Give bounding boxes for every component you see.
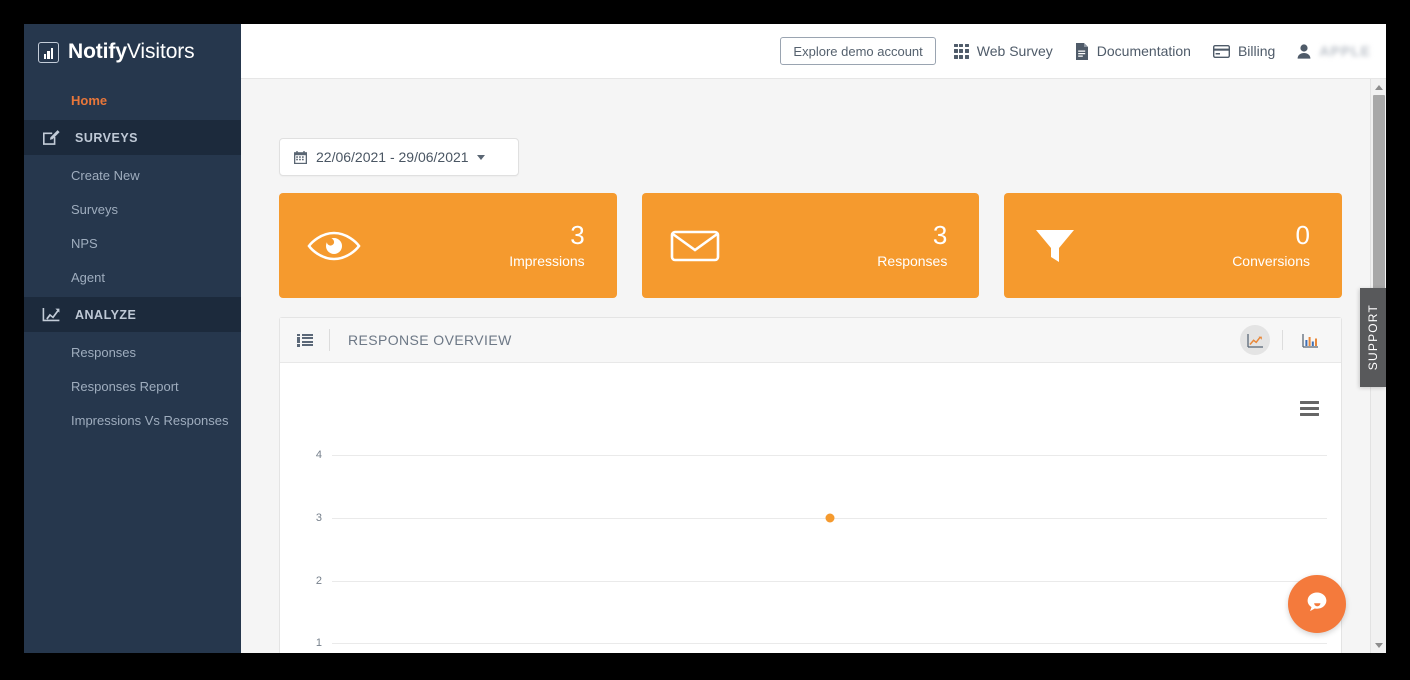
sidebar-item-home[interactable]: Home — [24, 80, 241, 120]
date-range-value: 22/06/2021 - 29/06/2021 — [316, 149, 469, 165]
sidebar: NotifyVisitors Home SURVEYS Create New S… — [24, 24, 241, 653]
stat-card-responses[interactable]: 3 Responses — [641, 193, 980, 298]
sidebar-item-agent[interactable]: Agent — [24, 260, 241, 294]
support-tab-label: SUPPORT — [1366, 304, 1380, 371]
topbar-item-user-account[interactable]: APPLE — [1297, 43, 1371, 59]
stat-value: 3 — [570, 219, 585, 250]
stat-label: Responses — [877, 253, 948, 270]
calendar-icon — [294, 150, 307, 164]
sidebar-item-responses-report[interactable]: Responses Report — [24, 369, 241, 403]
panel-header: RESPONSE OVERVIEW — [280, 318, 1341, 363]
user-avatar-icon — [1297, 43, 1311, 59]
chart-data-point[interactable] — [825, 513, 834, 523]
date-range-picker[interactable]: 22/06/2021 - 29/06/2021 — [279, 138, 519, 176]
topbar-item-label: Billing — [1237, 43, 1276, 59]
stat-label: Conversions — [1232, 253, 1311, 270]
top-navigation-bar: Explore demo account Web Survey Document… — [241, 24, 1386, 79]
topbar-item-label: Web Survey — [976, 43, 1053, 59]
y-axis-tick: 4 — [315, 449, 322, 461]
stat-cards-row: 3 Impressions 3 Responses 0 Conversions — [279, 193, 1343, 298]
scroll-down-arrow-icon[interactable] — [1371, 637, 1386, 653]
sidebar-section-surveys[interactable]: SURVEYS — [24, 120, 241, 155]
sidebar-item-label: Responses Report — [71, 378, 179, 394]
sidebar-background — [24, 474, 241, 653]
response-overview-chart: 4 3 2 1 — [280, 363, 1341, 653]
bar-chart-logo-icon — [38, 41, 59, 63]
stat-value: 0 — [1295, 219, 1311, 250]
sidebar-section-label: ANALYZE — [75, 307, 137, 322]
stat-label: Impressions — [509, 253, 585, 270]
header-divider — [329, 329, 330, 351]
credit-card-icon — [1212, 44, 1230, 58]
stat-card-conversions[interactable]: 0 Conversions — [1004, 193, 1343, 298]
brand-name-bold: Notify — [68, 40, 127, 63]
brand-name-light: Visitors — [126, 40, 195, 63]
chart-plot-area: 4 3 2 1 — [316, 363, 1327, 653]
brand-text: NotifyVisitors — [68, 40, 195, 64]
y-axis-tick: 2 — [315, 575, 322, 587]
content-scroll-area: 22/06/2021 - 29/06/2021 3 Impressions 3 … — [241, 79, 1370, 653]
sidebar-section-analyze[interactable]: ANALYZE — [24, 297, 241, 332]
page-title: RESPONSE OVERVIEW — [348, 332, 512, 348]
bar-chart-toggle[interactable] — [1295, 325, 1325, 355]
scroll-up-arrow-icon[interactable] — [1371, 79, 1386, 95]
stat-value: 3 — [932, 219, 948, 250]
sidebar-item-label: Impressions Vs Responses — [71, 412, 229, 428]
sidebar-item-nps[interactable]: NPS — [24, 226, 241, 260]
topbar-item-documentation[interactable]: Documentation — [1075, 42, 1191, 60]
support-tab[interactable]: SUPPORT — [1360, 288, 1386, 387]
grid-apps-icon — [953, 43, 969, 59]
stat-card-values: 3 Impressions — [509, 219, 585, 270]
document-icon — [1075, 42, 1089, 60]
chart-gridline: 2 — [316, 575, 1327, 587]
y-axis-tick: 3 — [315, 512, 322, 524]
topbar-item-label: Documentation — [1096, 43, 1191, 59]
y-axis-tick: 1 — [315, 637, 322, 649]
sidebar-item-label: Create New — [71, 167, 140, 183]
sidebar-item-label: Responses — [71, 344, 137, 360]
stat-card-impressions[interactable]: 3 Impressions — [279, 193, 617, 298]
sidebar-item-responses[interactable]: Responses — [24, 335, 241, 369]
application-window: NotifyVisitors Home SURVEYS Create New S… — [24, 24, 1386, 653]
funnel-icon — [1032, 221, 1088, 271]
trend-line-icon — [41, 306, 61, 324]
chevron-down-icon — [476, 154, 485, 160]
list-icon[interactable] — [297, 333, 313, 347]
topbar-item-web-survey[interactable]: Web Survey — [953, 43, 1053, 59]
sidebar-section-label: SURVEYS — [75, 130, 139, 145]
main-area: Explore demo account Web Survey Document… — [241, 24, 1386, 653]
chat-widget-button[interactable] — [1288, 575, 1346, 633]
eye-icon — [307, 221, 363, 271]
sidebar-item-label: Surveys — [71, 201, 118, 217]
explore-demo-account-button[interactable]: Explore demo account — [780, 37, 936, 65]
response-overview-panel: RESPONSE OVERVIEW 4 3 2 1 — [279, 317, 1342, 653]
topbar-item-billing[interactable]: Billing — [1212, 43, 1276, 59]
sidebar-item-label: Home — [71, 92, 108, 108]
brand-logo[interactable]: NotifyVisitors — [24, 24, 241, 80]
sidebar-item-label: NPS — [71, 235, 98, 251]
user-account-name: APPLE — [1319, 43, 1371, 59]
chart-gridline: 1 — [316, 637, 1327, 649]
stat-card-values: 3 Responses — [877, 219, 948, 270]
chart-gridline: 4 — [316, 449, 1327, 461]
line-chart-toggle[interactable] — [1240, 325, 1270, 355]
sidebar-item-impressions-vs-responses[interactable]: Impressions Vs Responses — [24, 403, 241, 437]
chat-bubble-icon — [1302, 587, 1332, 622]
sidebar-item-create-new[interactable]: Create New — [24, 158, 241, 192]
edit-square-icon — [41, 129, 61, 147]
sidebar-item-label: Agent — [71, 269, 105, 285]
sidebar-item-surveys[interactable]: Surveys — [24, 192, 241, 226]
panel-header-actions — [1240, 325, 1325, 355]
stat-card-values: 0 Conversions — [1232, 219, 1311, 270]
envelope-icon — [670, 221, 726, 271]
toggle-divider — [1282, 330, 1283, 350]
